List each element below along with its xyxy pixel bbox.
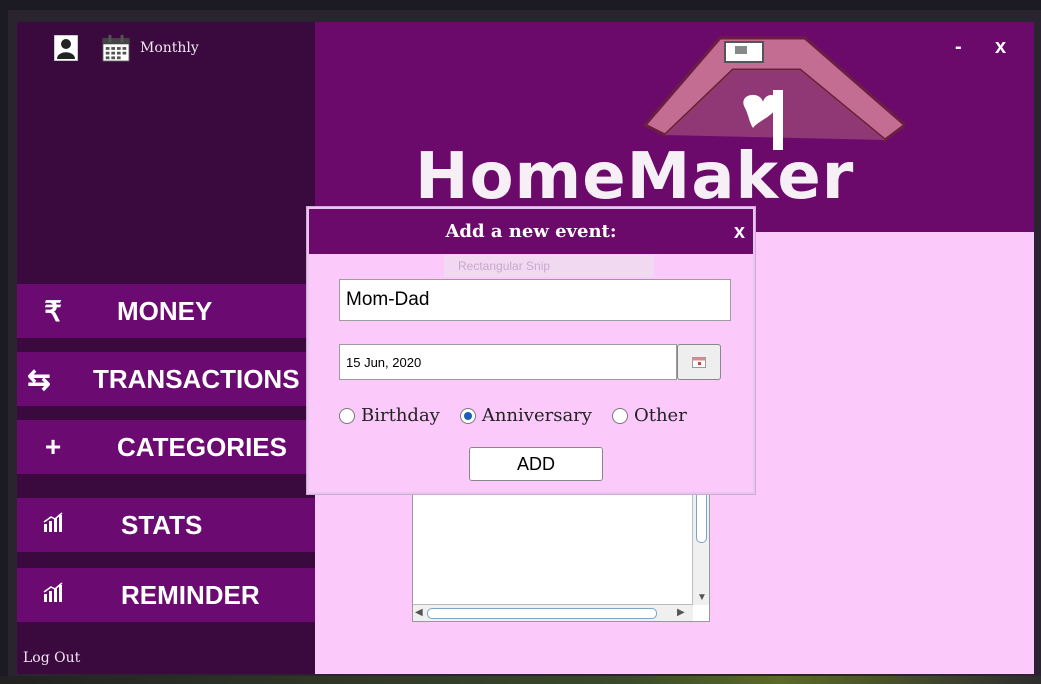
radio-button[interactable] <box>611 407 628 424</box>
radio-label: Anniversary <box>481 405 592 426</box>
bar-chart-icon <box>17 509 89 541</box>
sidebar-item-label: MONEY <box>117 295 213 326</box>
radio-other[interactable]: Other <box>611 405 687 426</box>
dialog-close-button[interactable]: x <box>734 221 745 244</box>
minimize-button[interactable]: - <box>955 36 962 59</box>
swap-arrows-icon: ⇆ <box>27 363 51 395</box>
radio-button[interactable] <box>339 407 355 424</box>
scroll-left-icon[interactable]: ◀ <box>415 607 423 618</box>
view-mode-label[interactable]: Monthly <box>140 40 199 56</box>
radio-birthday[interactable]: Birthday <box>339 405 440 426</box>
event-name-input[interactable]: Mom-Dad <box>339 279 731 321</box>
vertical-scrollbar[interactable]: ▼ <box>692 481 709 605</box>
calendar-icon[interactable] <box>102 34 130 62</box>
radio-anniversary[interactable]: Anniversary <box>459 405 592 426</box>
radio-label: Other <box>633 405 687 426</box>
user-icon[interactable] <box>52 34 80 62</box>
sidebar-item-label: TRANSACTIONS <box>93 363 300 394</box>
logout-link[interactable]: Log Out <box>23 650 80 666</box>
scroll-right-icon[interactable]: ▶ <box>677 607 685 618</box>
sidebar-item-label: REMINDER <box>121 579 260 610</box>
event-date-input[interactable]: 15 Jun, 2020 <box>339 344 677 380</box>
app-logo-text: HomeMaker <box>415 140 855 214</box>
snip-overlay-text: Rectangular Snip <box>444 255 654 277</box>
sidebar-item-money[interactable]: ₹ MONEY <box>17 284 315 338</box>
sidebar-item-categories[interactable]: + CATEGORIES <box>17 420 315 474</box>
event-type-radio-group: Birthday Anniversary Other <box>339 405 707 426</box>
close-window-button[interactable]: x <box>995 36 1006 59</box>
sidebar-item-label: STATS <box>121 509 203 540</box>
bar-chart-icon <box>17 579 89 611</box>
sidebar-item-reminder[interactable]: REMINDER <box>17 568 315 622</box>
header-banner: HomeMaker - x <box>315 22 1034 232</box>
sidebar-item-stats[interactable]: STATS <box>17 498 315 552</box>
radio-label: Birthday <box>361 405 440 426</box>
sidebar: Monthly ₹ MONEY ⇆ TRANSACTIONS + CATEGOR… <box>17 22 315 674</box>
radio-button[interactable] <box>459 407 476 424</box>
sidebar-item-transactions[interactable]: ⇆ TRANSACTIONS <box>17 352 315 406</box>
desktop-strip <box>0 676 1041 684</box>
add-event-dialog: Add a new event: x Rectangular Snip Mom-… <box>307 207 755 494</box>
sidebar-item-label: CATEGORIES <box>117 431 287 462</box>
sidebar-top: Monthly <box>52 34 199 62</box>
event-list[interactable]: ▼ ◀ ▶ <box>412 480 710 622</box>
horizontal-scrollbar[interactable]: ◀ ▶ <box>413 604 693 621</box>
date-picker-button[interactable] <box>677 344 721 380</box>
plus-icon: + <box>44 431 62 462</box>
rupee-icon: ₹ <box>44 295 62 327</box>
house-roof-logo <box>642 36 905 150</box>
calendar-icon <box>692 357 706 368</box>
scroll-down-icon[interactable]: ▼ <box>697 592 707 603</box>
scroll-thumb[interactable] <box>427 608 657 619</box>
dialog-title: Add a new event: <box>309 209 753 254</box>
add-event-button[interactable]: ADD <box>469 447 603 481</box>
